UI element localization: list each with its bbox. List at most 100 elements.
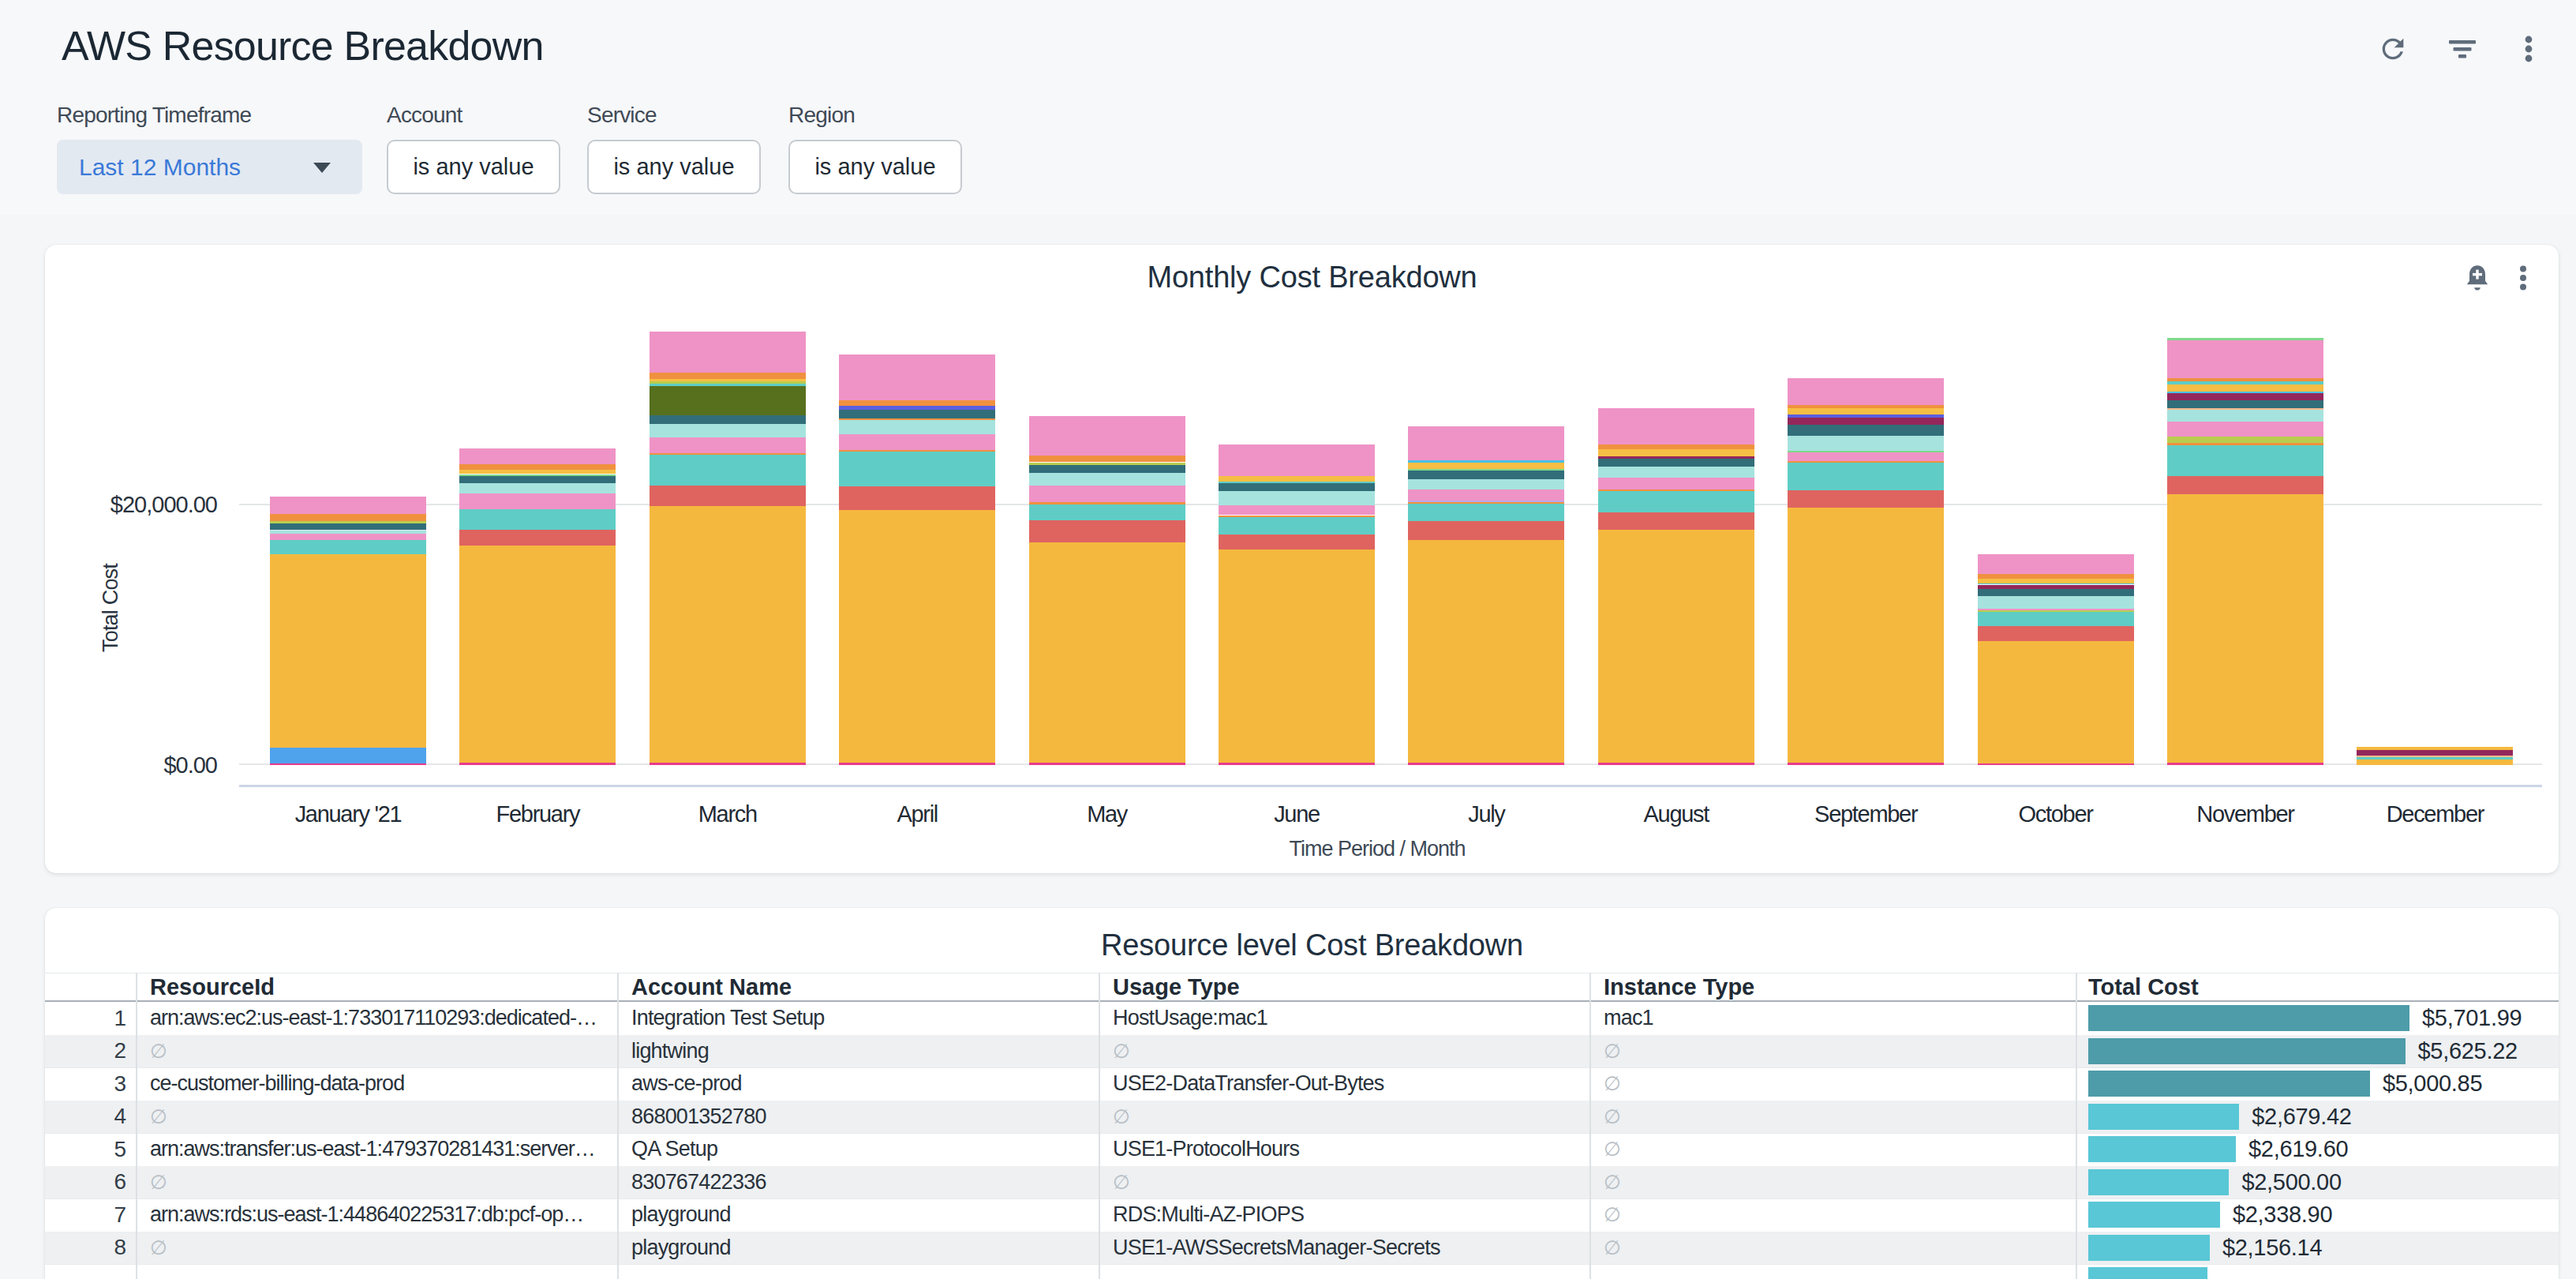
bar-segment[interactable] [1408,521,1564,540]
bar-segment[interactable] [1598,459,1754,467]
bar-segment[interactable] [650,379,806,381]
bar-segment[interactable] [650,373,806,379]
bar-segment[interactable] [1029,502,1185,504]
bar-segment[interactable] [1408,469,1564,471]
bar-segment[interactable] [1598,449,1754,456]
bar-segment[interactable] [650,506,806,763]
table-row[interactable]: 4∅868001352780∅∅$2,679.42 [45,1101,2559,1134]
bar-segment[interactable] [1788,414,1944,418]
bar-segment[interactable] [1978,574,2134,579]
bar-segment[interactable] [839,406,995,410]
bar-segment[interactable] [1978,612,2134,627]
bar-segment[interactable] [459,464,616,469]
bar-segment[interactable] [1978,626,2134,641]
bar-segment[interactable] [2167,381,2323,384]
column-header-usage-type[interactable]: Usage Type [1113,974,1240,1000]
bar-segment[interactable] [1029,520,1185,542]
bar-segment[interactable] [839,452,995,486]
bar-segment[interactable] [1598,763,1754,765]
bar-segment[interactable] [1978,589,2134,595]
bar-segment[interactable] [650,384,806,386]
bar-segment[interactable] [1029,504,1185,520]
bar-segment[interactable] [1219,505,1375,516]
bar-segment[interactable] [650,415,806,424]
bar-segment[interactable] [1788,461,1944,463]
bar-segment[interactable] [1219,444,1375,476]
bar-segment[interactable] [1219,483,1375,491]
bar-segment[interactable] [1978,554,2134,575]
bar-segment[interactable] [1029,465,1185,473]
bar-segment[interactable] [2357,750,2513,756]
bar-segment[interactable] [1029,542,1185,763]
bar-segment[interactable] [1788,508,1944,763]
bar-segment[interactable] [650,453,806,455]
bar-segment[interactable] [2167,763,2323,765]
bar-segment[interactable] [1408,426,1564,460]
bar-segment[interactable] [2357,747,2513,749]
bar-segment[interactable] [1978,763,2134,765]
bar-segment[interactable] [839,434,995,450]
bar-segment[interactable] [1598,489,1754,492]
bar-segment[interactable] [839,410,995,419]
bar-segment[interactable] [1598,456,1754,458]
bar-segment[interactable] [1408,501,1564,502]
bar-segment[interactable] [1408,763,1564,765]
bar-segment[interactable] [2167,437,2323,444]
bar-segment[interactable] [1219,763,1375,765]
bar-segment[interactable] [1598,467,1754,478]
bar-segment[interactable] [459,483,616,493]
bar-segment[interactable] [1598,444,1754,449]
bar-segment[interactable] [270,748,426,763]
bar-segment[interactable] [1029,456,1185,462]
bar-segment[interactable] [2167,410,2323,422]
bar-segment[interactable] [650,437,806,453]
bar-segment[interactable] [1408,463,1564,469]
bar-segment[interactable] [1598,530,1754,763]
bar-segment[interactable] [1598,408,1754,444]
bar-segment[interactable] [2167,443,2323,445]
bar-segment[interactable] [2167,378,2323,381]
bar-segment[interactable] [1219,482,1375,483]
bar-segment[interactable] [1788,405,1944,408]
bar-segment[interactable] [1408,504,1564,520]
bar-segment[interactable] [1219,534,1375,549]
column-header-total-cost[interactable]: Total Cost [2088,974,2199,1000]
bar-segment[interactable] [1978,641,2134,763]
bar-segment[interactable] [839,510,995,763]
bar-segment[interactable] [459,474,616,477]
bar-segment[interactable] [1408,502,1564,504]
bar-segment[interactable] [1408,471,1564,479]
bar-segment[interactable] [2357,760,2513,765]
bar-segment[interactable] [270,514,426,522]
bar-segment[interactable] [2167,422,2323,437]
bar-segment[interactable] [270,521,426,523]
bar-segment[interactable] [459,470,616,474]
bar-segment[interactable] [650,763,806,765]
bar-segment[interactable] [1978,596,2134,609]
bar-segment[interactable] [839,354,995,400]
bar-segment[interactable] [650,455,806,486]
table-row[interactable]: 6∅830767422336∅∅$2,500.00 [45,1166,2559,1199]
table-row-partial[interactable] [45,1264,2559,1279]
bar-segment[interactable] [1598,512,1754,531]
bar-segment[interactable] [2167,392,2323,393]
bar-segment[interactable] [270,534,426,540]
bar-segment[interactable] [459,448,616,464]
bar-segment[interactable] [839,420,995,434]
bar-segment[interactable] [2167,384,2323,392]
bar-segment[interactable] [2167,393,2323,400]
bar-segment[interactable] [2167,338,2323,340]
bar-segment[interactable] [839,486,995,510]
bar-segment[interactable] [459,493,616,509]
bar-segment[interactable] [459,476,616,483]
bar-segment[interactable] [1408,540,1564,763]
bar-segment[interactable] [1978,579,2134,583]
bar-segment[interactable] [1978,610,2134,611]
bar-segment[interactable] [1219,476,1375,482]
bar-segment[interactable] [1219,517,1375,534]
bar-segment[interactable] [1598,491,1754,512]
bar-segment[interactable] [459,509,616,530]
bar-segment[interactable] [2357,756,2513,757]
bar-segment[interactable] [270,554,426,748]
bar-segment[interactable] [2167,340,2323,378]
